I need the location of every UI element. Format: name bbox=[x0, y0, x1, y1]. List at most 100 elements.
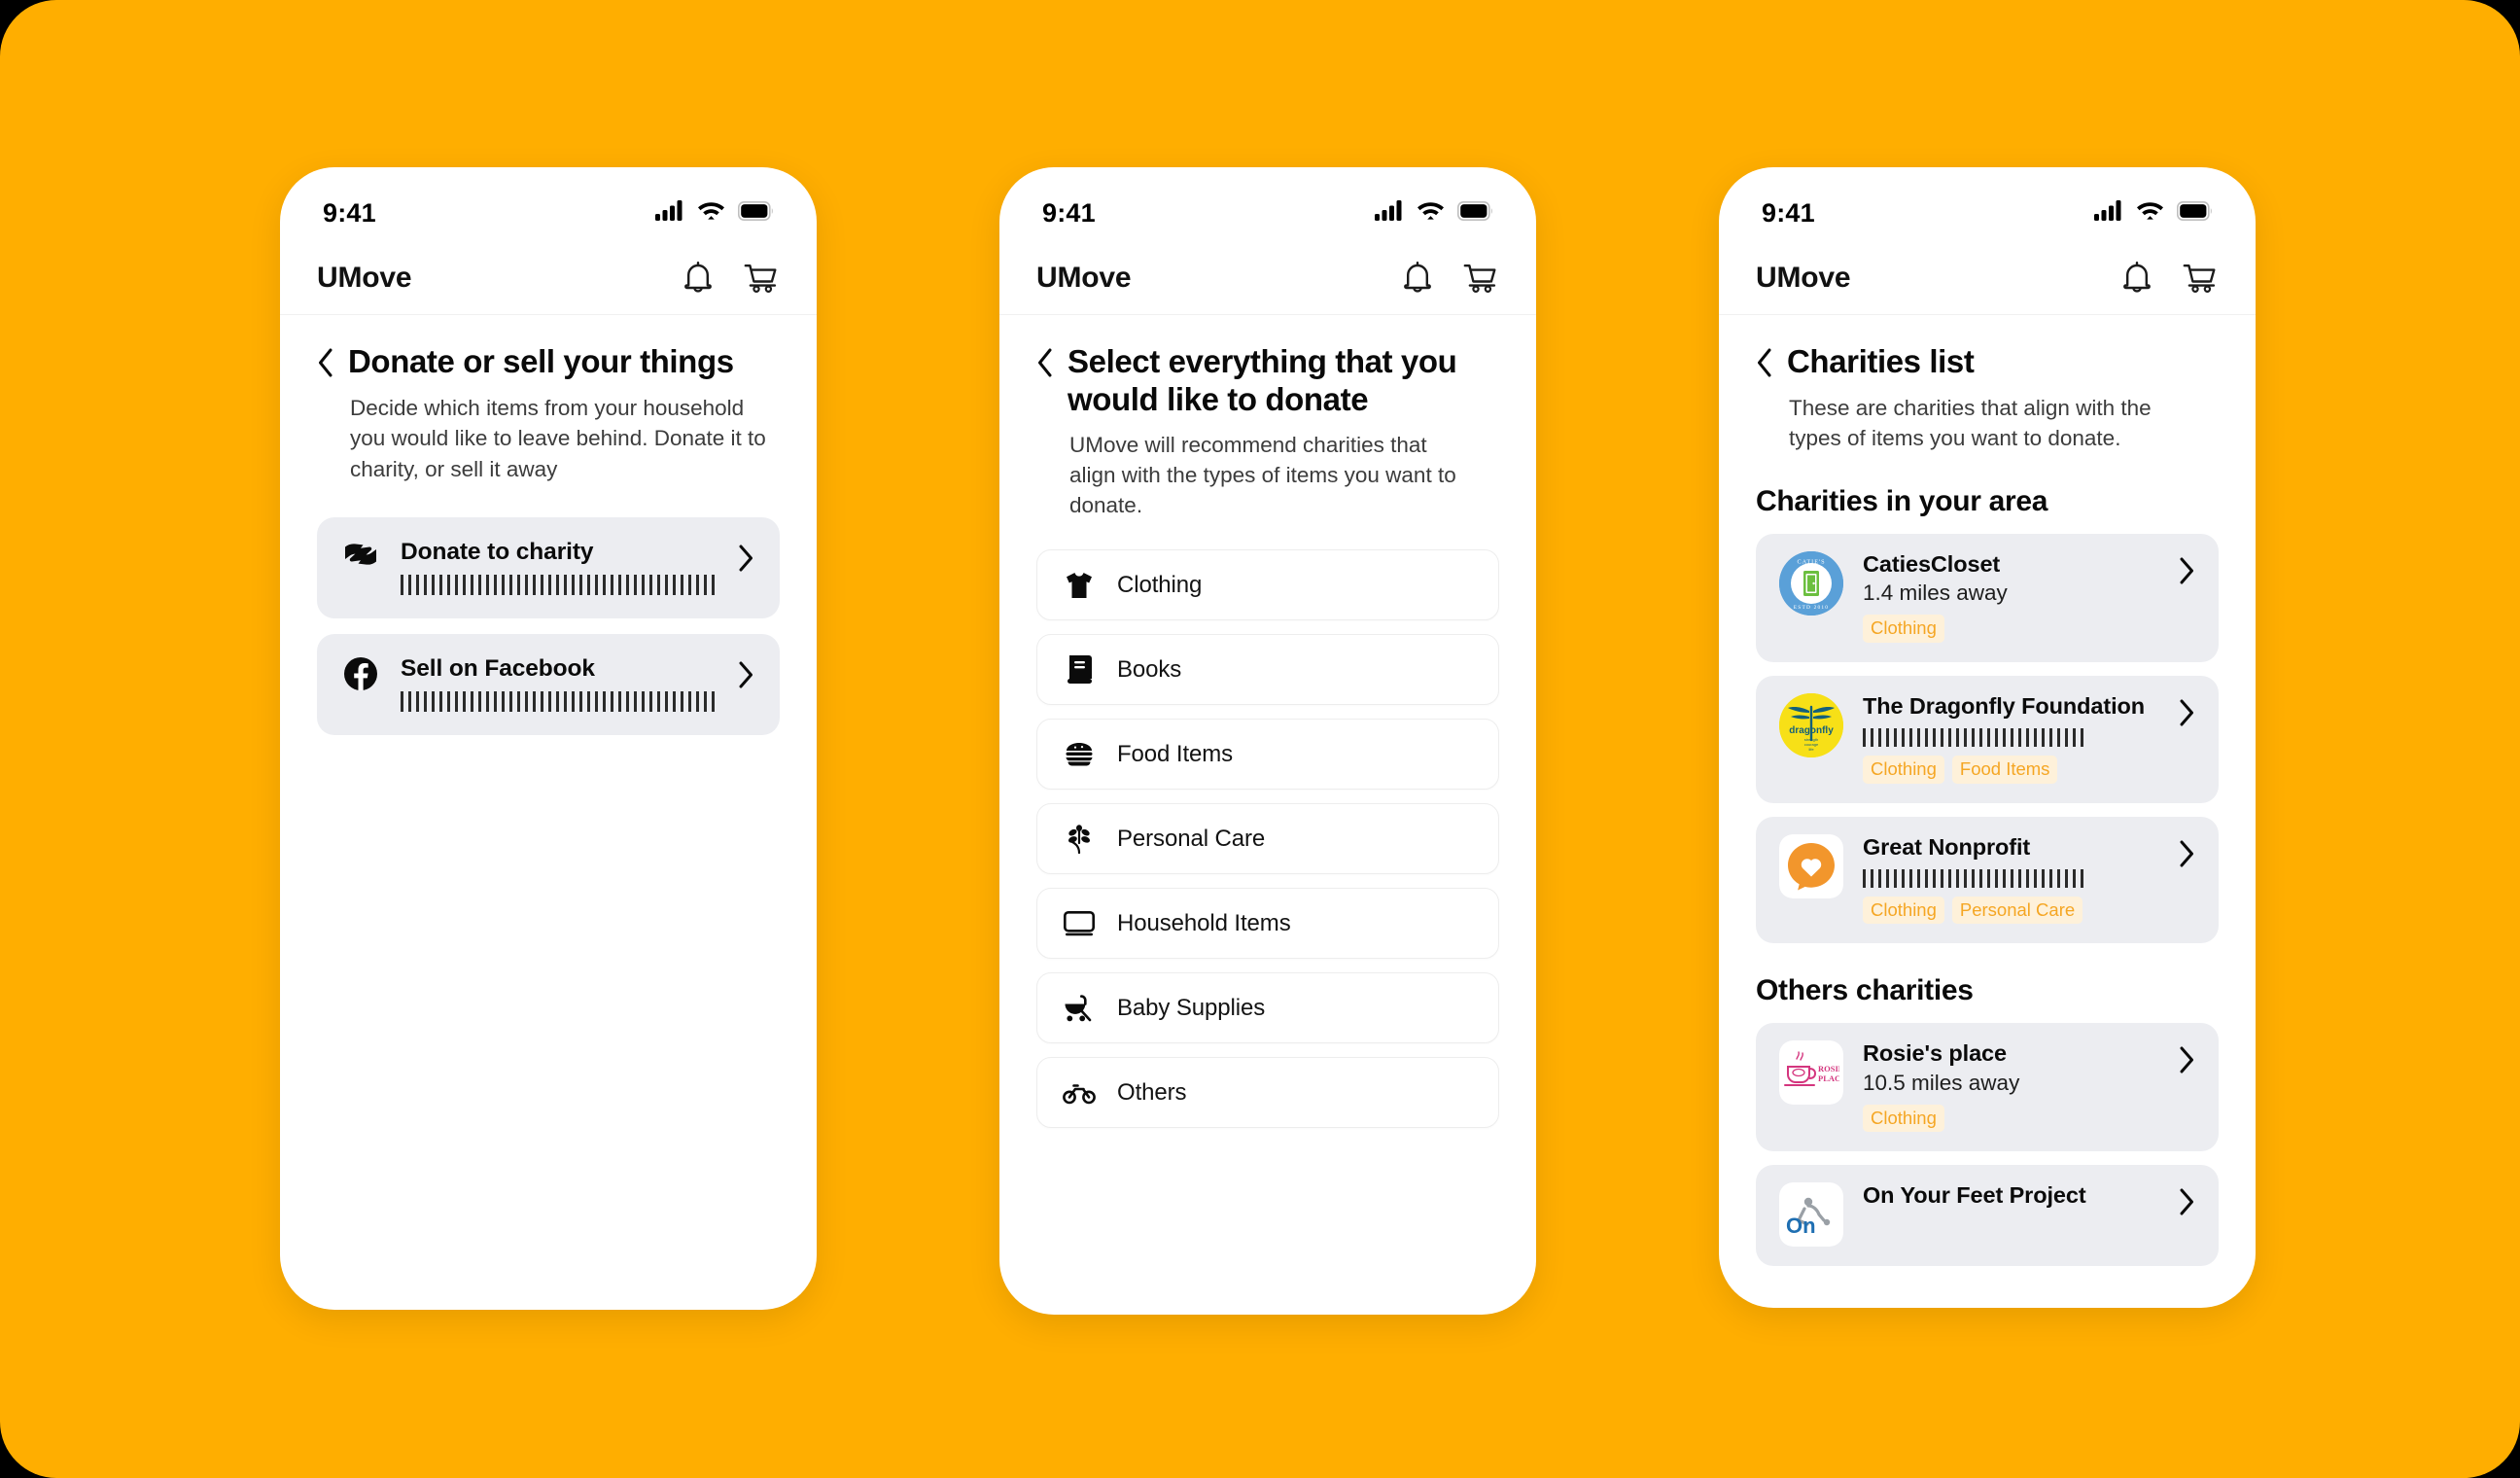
stroller-icon bbox=[1063, 995, 1096, 1022]
app-bar: UMove bbox=[1719, 241, 2256, 315]
notification-bell-icon[interactable] bbox=[1398, 259, 1437, 298]
charity-card-rosies-place[interactable]: ROSIE'S PLACE Rosie's place 10.5 miles a… bbox=[1756, 1023, 2219, 1152]
chevron-right-icon[interactable] bbox=[2178, 551, 2195, 589]
charity-card-caties-closet[interactable]: CATIE'S ESTD 2010 CatiesCloset 1.4 miles… bbox=[1756, 533, 2219, 662]
status-bar: 9:41 bbox=[280, 167, 817, 241]
shopping-cart-icon[interactable] bbox=[741, 259, 780, 298]
category-clothing[interactable]: Clothing bbox=[1036, 549, 1499, 621]
wifi-icon bbox=[697, 200, 725, 226]
chevron-right-icon[interactable] bbox=[2178, 1182, 2195, 1220]
charity-name: The Dragonfly Foundation bbox=[1863, 692, 2146, 719]
app-bar: UMove bbox=[999, 241, 1536, 315]
charity-distance: 10.5 miles away bbox=[1863, 1071, 2020, 1096]
charity-description-redacted bbox=[1863, 869, 2086, 889]
great-nonprofit-logo bbox=[1779, 833, 1843, 898]
back-chevron-icon[interactable] bbox=[1036, 342, 1054, 382]
page-subtitle: These are charities that align with the … bbox=[1789, 396, 2152, 451]
chevron-right-icon[interactable] bbox=[2178, 1040, 2195, 1078]
page-title: Charities list bbox=[1787, 343, 1975, 379]
chevron-right-icon[interactable] bbox=[737, 655, 754, 693]
page-header: Select everything that you would like to… bbox=[999, 315, 1536, 520]
svg-text:ESTD 2010: ESTD 2010 bbox=[1794, 605, 1829, 611]
category-label: Books bbox=[1117, 655, 1182, 683]
charity-card-dragonfly-foundation[interactable]: dragonfly strength courage life The Drag… bbox=[1756, 675, 2219, 803]
svg-text:life: life bbox=[1808, 747, 1814, 752]
status-badge: Clothing bbox=[1863, 615, 1944, 643]
battery-icon bbox=[738, 200, 774, 226]
app-bar: UMove bbox=[280, 241, 817, 315]
status-time: 9:41 bbox=[323, 197, 376, 228]
option-sell-on-facebook[interactable]: Sell on Facebook bbox=[317, 633, 780, 735]
category-label: Personal Care bbox=[1117, 825, 1266, 852]
category-label: Baby Supplies bbox=[1117, 994, 1266, 1021]
charity-card-on-your-feet-project[interactable]: On On Your Feet Project bbox=[1756, 1165, 2219, 1267]
app-brand: UMove bbox=[317, 261, 412, 294]
option-donate-to-charity[interactable]: Donate to charity bbox=[317, 516, 780, 618]
shopping-cart-icon[interactable] bbox=[2180, 259, 2219, 298]
page-header: Charities list These are charities that … bbox=[1719, 315, 2256, 454]
category-label: Clothing bbox=[1117, 571, 1203, 598]
charity-name: Rosie's place bbox=[1863, 1040, 2007, 1067]
caties-closet-logo: CATIE'S ESTD 2010 bbox=[1779, 550, 1843, 616]
back-chevron-icon[interactable] bbox=[317, 342, 334, 382]
page-title: Select everything that you would like to… bbox=[1068, 343, 1457, 418]
category-others[interactable]: Others bbox=[1036, 1057, 1499, 1129]
notification-bell-icon[interactable] bbox=[2118, 259, 2156, 298]
chevron-right-icon[interactable] bbox=[2178, 834, 2195, 872]
status-badge: Clothing bbox=[1863, 897, 1944, 925]
chevron-right-icon[interactable] bbox=[737, 539, 754, 577]
book-icon bbox=[1063, 654, 1096, 685]
notification-bell-icon[interactable] bbox=[679, 259, 718, 298]
status-badge: Food Items bbox=[1951, 756, 2058, 784]
svg-text:PLACE: PLACE bbox=[1818, 1073, 1839, 1083]
category-personal-care[interactable]: Personal Care bbox=[1036, 803, 1499, 875]
page-subtitle: UMove will recommend charities that alig… bbox=[1069, 432, 1456, 518]
charity-tags: Clothing bbox=[1863, 1105, 2158, 1133]
battery-icon bbox=[2177, 200, 2213, 226]
category-household-items[interactable]: Household Items bbox=[1036, 888, 1499, 960]
app-brand: UMove bbox=[1756, 261, 1851, 294]
status-badge: Personal Care bbox=[1951, 897, 2083, 925]
bicycle-icon bbox=[1063, 1081, 1096, 1105]
charity-tags: Clothing Personal Care bbox=[1863, 897, 2158, 925]
status-time: 9:41 bbox=[1762, 197, 1815, 228]
section-heading-local: Charities in your area bbox=[1756, 484, 2048, 517]
phone-mockup-donate-or-sell: 9:41 UMove Donate or sell your things De… bbox=[280, 167, 817, 1310]
charity-name: Great Nonprofit bbox=[1863, 833, 2031, 860]
category-label: Household Items bbox=[1117, 909, 1291, 936]
cellular-signal-icon bbox=[1375, 200, 1404, 226]
page-subtitle: Decide which items from your household y… bbox=[350, 396, 766, 481]
monitor-icon bbox=[1063, 910, 1096, 936]
tshirt-icon bbox=[1063, 572, 1096, 599]
page-header: Donate or sell your things Decide which … bbox=[280, 315, 817, 484]
cellular-signal-icon bbox=[2094, 200, 2123, 226]
section-heading-others: Others charities bbox=[1756, 974, 1974, 1007]
charity-card-great-nonprofit[interactable]: Great Nonprofit Clothing Personal Care bbox=[1756, 816, 2219, 944]
charity-tags: Clothing Food Items bbox=[1863, 756, 2158, 784]
category-label: Food Items bbox=[1117, 740, 1234, 767]
status-bar: 9:41 bbox=[1719, 167, 2256, 241]
status-badge: Clothing bbox=[1863, 756, 1944, 784]
charity-name: CatiesCloset bbox=[1863, 550, 2001, 577]
donation-hands-icon bbox=[342, 539, 379, 568]
chevron-right-icon[interactable] bbox=[2178, 693, 2195, 731]
dragonfly-foundation-logo: dragonfly strength courage life bbox=[1779, 692, 1843, 757]
phone-mockup-charities-list: 9:41 UMove Charities list These are char… bbox=[1719, 167, 2256, 1308]
category-food-items[interactable]: Food Items bbox=[1036, 719, 1499, 791]
wifi-icon bbox=[2136, 200, 2164, 226]
category-list: Clothing Books Food Items Personal Care bbox=[999, 520, 1536, 1129]
facebook-icon bbox=[342, 655, 379, 690]
on-your-feet-project-logo: On bbox=[1779, 1182, 1843, 1248]
category-books[interactable]: Books bbox=[1036, 634, 1499, 706]
shopping-cart-icon[interactable] bbox=[1460, 259, 1499, 298]
category-baby-supplies[interactable]: Baby Supplies bbox=[1036, 972, 1499, 1044]
app-brand: UMove bbox=[1036, 261, 1132, 294]
svg-text:On: On bbox=[1786, 1214, 1816, 1236]
svg-text:CATIE'S: CATIE'S bbox=[1797, 558, 1825, 565]
burger-icon bbox=[1063, 742, 1096, 767]
page-title: Donate or sell your things bbox=[348, 343, 734, 379]
options-list: Donate to charity Sell on Facebook bbox=[280, 484, 817, 735]
status-time: 9:41 bbox=[1042, 197, 1096, 228]
charities-scroll-area[interactable]: Charities in your area CATIE'S ESTD 2010… bbox=[1719, 485, 2256, 1267]
back-chevron-icon[interactable] bbox=[1756, 342, 1773, 382]
